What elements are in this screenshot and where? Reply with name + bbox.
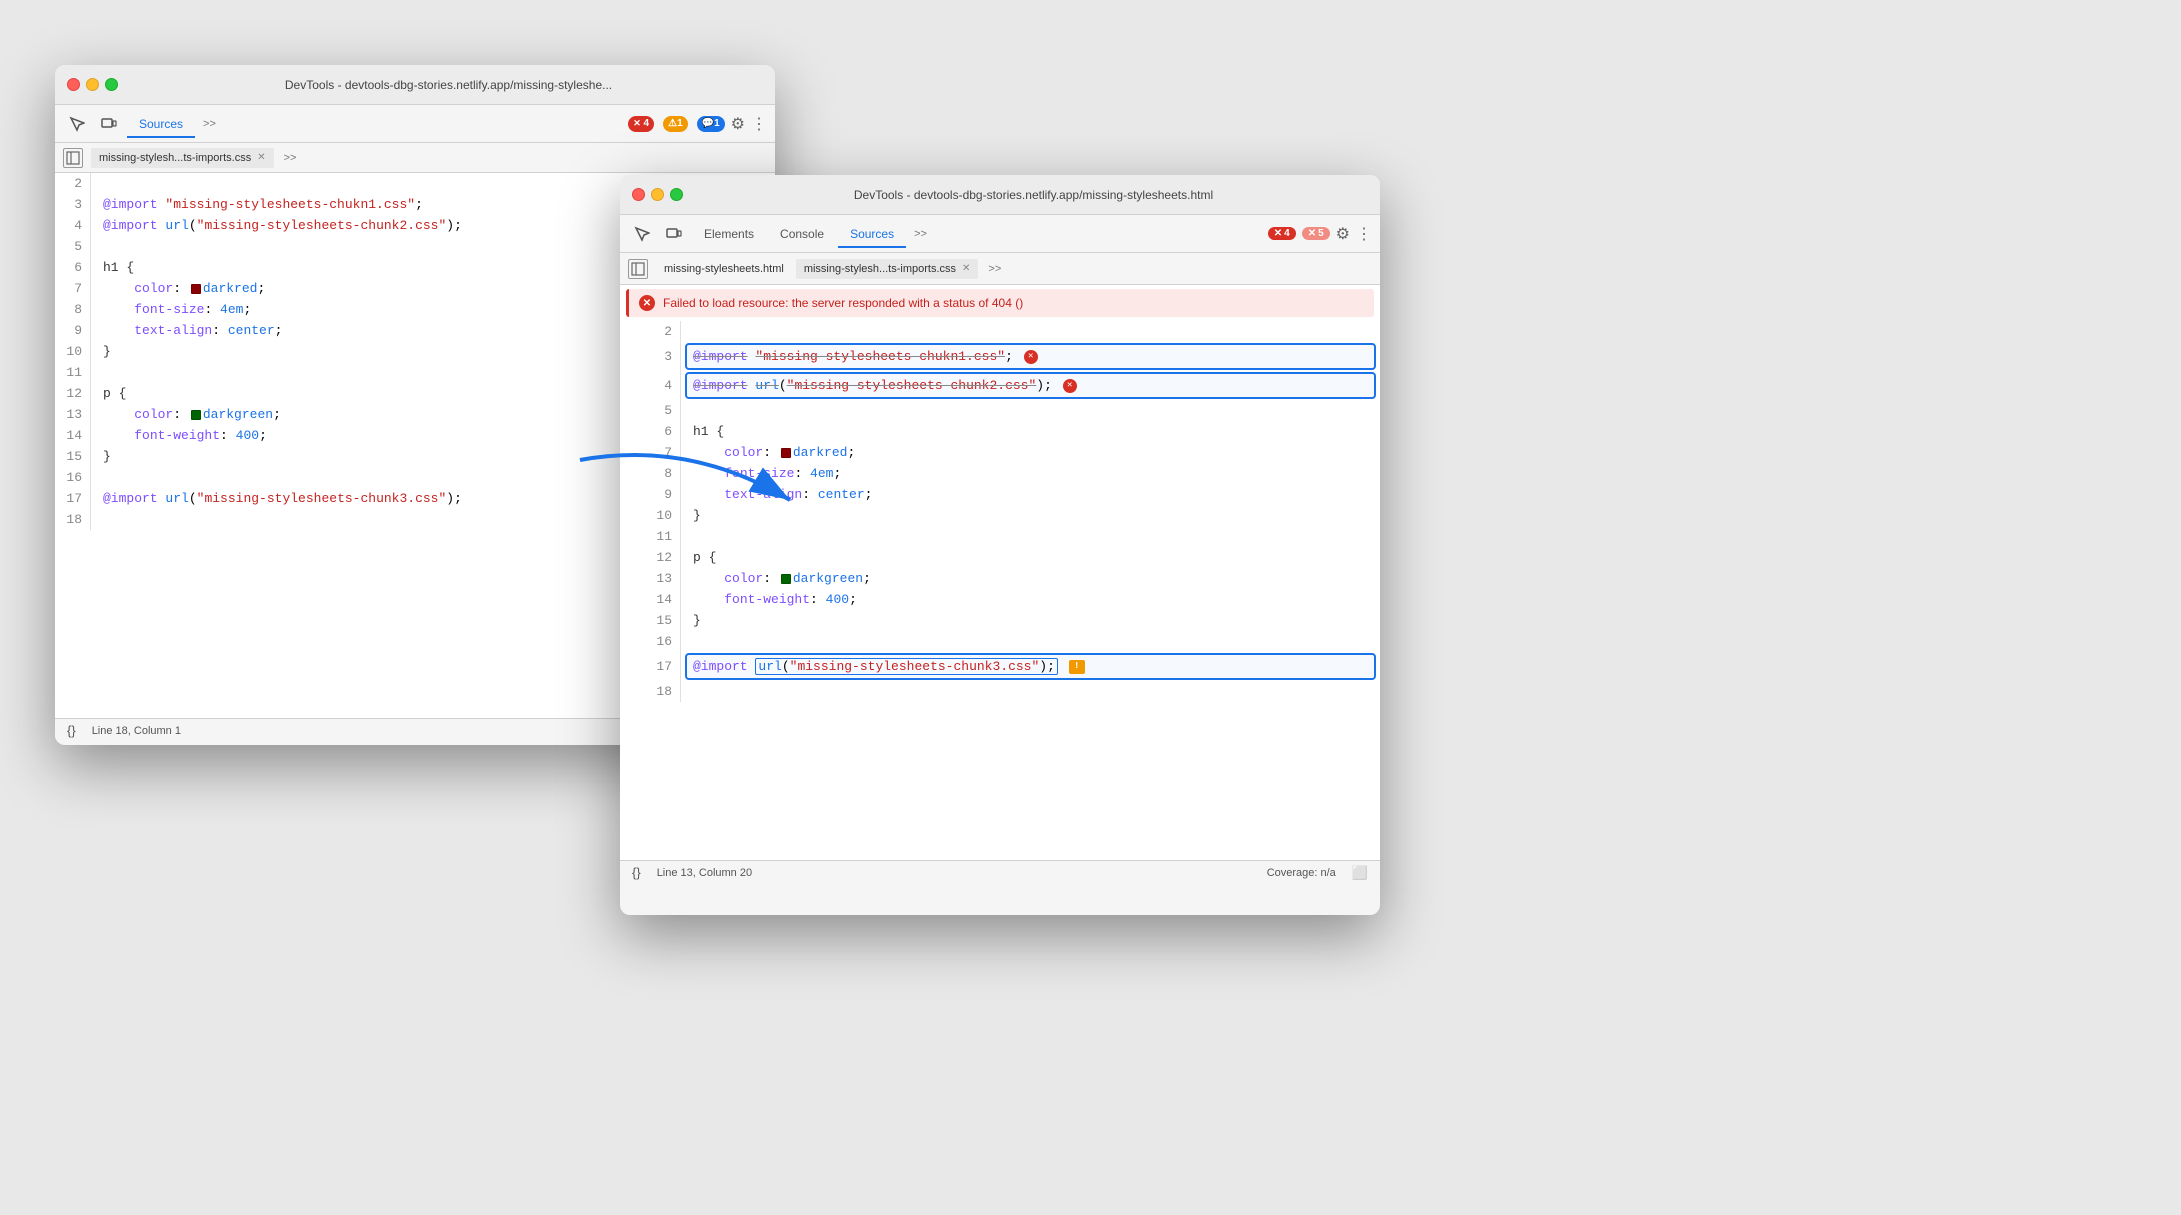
device-icon-2[interactable]: [660, 220, 688, 248]
w2-line-8: 8 font-size: 4em;: [620, 463, 1380, 484]
info-badge-1: 💬 1: [697, 116, 725, 132]
gear-icon-2[interactable]: ⚙: [1336, 224, 1350, 244]
warning-badge-1: ⚠ 1: [663, 116, 688, 132]
w2-line-6: 6 h1 {: [620, 421, 1380, 442]
window-title-2: DevTools - devtools-dbg-stories.netlify.…: [699, 188, 1368, 202]
w2-line-14: 14 font-weight: 400;: [620, 589, 1380, 610]
file-tab-1[interactable]: missing-stylesh...ts-imports.css ✕: [91, 148, 274, 168]
traffic-lights-2: [632, 188, 683, 201]
status-bar-2: {} Line 13, Column 20 Coverage: n/a ⬜: [620, 860, 1380, 884]
w2-line-15: 15 }: [620, 610, 1380, 631]
panel-toggle-2[interactable]: [628, 259, 648, 279]
tab-sources-1[interactable]: Sources: [127, 111, 195, 137]
inline-error-badge-4: ✕: [1063, 379, 1077, 393]
w2-line-16: 16: [620, 631, 1380, 652]
toolbar-right-1: ✕ 4 ⚠ 1 💬 1 ⚙ ⋮: [625, 114, 767, 134]
maximize-button-2[interactable]: [670, 188, 683, 201]
minimize-button-2[interactable]: [651, 188, 664, 201]
curly-braces-icon-2: {}: [632, 865, 641, 880]
curly-braces-icon: {}: [67, 723, 76, 738]
more-icon-2[interactable]: ⋮: [1356, 224, 1372, 244]
error-badge-2: ✕4: [1268, 227, 1296, 240]
devtools-toolbar-1: Sources >> ✕ 4 ⚠ 1 💬 1 ⚙ ⋮: [55, 105, 775, 143]
error-badge-1: ✕ 4: [628, 116, 654, 132]
w2-line-2: 2: [620, 321, 1380, 342]
tab-elements-2[interactable]: Elements: [692, 221, 766, 247]
screenshot-icon-2: ⬜: [1352, 865, 1368, 881]
tab-list-2: Elements Console Sources >>: [692, 221, 1264, 247]
inline-warning-badge-17: !: [1069, 660, 1085, 674]
panel-toggle-1[interactable]: [63, 148, 83, 168]
devtools-window-2: DevTools - devtools-dbg-stories.netlify.…: [620, 175, 1380, 915]
w2-line-11: 11: [620, 526, 1380, 547]
inspect-icon[interactable]: [63, 110, 91, 138]
error-icon: ✕: [639, 295, 655, 311]
w2-line-18: 18: [620, 681, 1380, 702]
inline-error-badge-3: ✕: [1024, 350, 1038, 364]
devtools-toolbar-2: Elements Console Sources >> ✕4 ✕5 ⚙ ⋮: [620, 215, 1380, 253]
w2-line-4: 4 @import url("missing-stylesheets-chunk…: [620, 371, 1380, 400]
w2-line-9: 9 text-align: center;: [620, 484, 1380, 505]
close-button[interactable]: [67, 78, 80, 91]
titlebar-1: DevTools - devtools-dbg-stories.netlify.…: [55, 65, 775, 105]
device-icon[interactable]: [95, 110, 123, 138]
w2-line-12: 12 p {: [620, 547, 1380, 568]
tab-console-2[interactable]: Console: [768, 221, 836, 247]
close-button-2[interactable]: [632, 188, 645, 201]
error-message-text: Failed to load resource: the server resp…: [663, 296, 1023, 310]
window-title-1: DevTools - devtools-dbg-stories.netlify.…: [134, 78, 763, 92]
status-position-1: Line 18, Column 1: [92, 725, 181, 737]
coverage-label-2: Coverage: n/a: [1267, 867, 1336, 879]
w2-line-10: 10 }: [620, 505, 1380, 526]
warning-badge-2: ✕5: [1302, 227, 1330, 240]
file-tabs-bar-2: missing-stylesheets.html missing-stylesh…: [620, 253, 1380, 285]
tab-overflow-1[interactable]: >>: [197, 114, 222, 134]
code-editor-2[interactable]: ✕ Failed to load resource: the server re…: [620, 285, 1380, 860]
file-tab-overflow-1[interactable]: >>: [278, 148, 303, 168]
w2-line-13: 13 color: darkgreen;: [620, 568, 1380, 589]
error-message-box: ✕ Failed to load resource: the server re…: [626, 289, 1374, 317]
file-tabs-bar-1: missing-stylesh...ts-imports.css ✕ >>: [55, 143, 775, 173]
file-tab-html[interactable]: missing-stylesheets.html: [656, 259, 792, 279]
inspect-icon-2[interactable]: [628, 220, 656, 248]
w2-line-17: 17 @import url("missing-stylesheets-chun…: [620, 652, 1380, 681]
tab-overflow-2[interactable]: >>: [908, 224, 933, 244]
file-tab-close-2[interactable]: ✕: [962, 263, 970, 274]
w2-line-3: 3 @import "missing-stylesheets-chukn1.cs…: [620, 342, 1380, 371]
w2-line-7: 7 color: darkred;: [620, 442, 1380, 463]
maximize-button[interactable]: [105, 78, 118, 91]
minimize-button[interactable]: [86, 78, 99, 91]
traffic-lights-1: [67, 78, 118, 91]
tab-list-1: Sources >>: [127, 111, 621, 137]
more-icon-1[interactable]: ⋮: [751, 114, 767, 134]
toolbar-right-2: ✕4 ✕5 ⚙ ⋮: [1268, 224, 1372, 244]
file-tab-css[interactable]: missing-stylesh...ts-imports.css ✕: [796, 259, 979, 279]
titlebar-2: DevTools - devtools-dbg-stories.netlify.…: [620, 175, 1380, 215]
tab-sources-2[interactable]: Sources: [838, 221, 906, 247]
w2-line-5: 5: [620, 400, 1380, 421]
file-tab-close-1[interactable]: ✕: [257, 152, 265, 163]
gear-icon-1[interactable]: ⚙: [731, 114, 745, 134]
status-position-2: Line 13, Column 20: [657, 867, 752, 879]
file-tab-overflow-2[interactable]: >>: [982, 259, 1007, 279]
